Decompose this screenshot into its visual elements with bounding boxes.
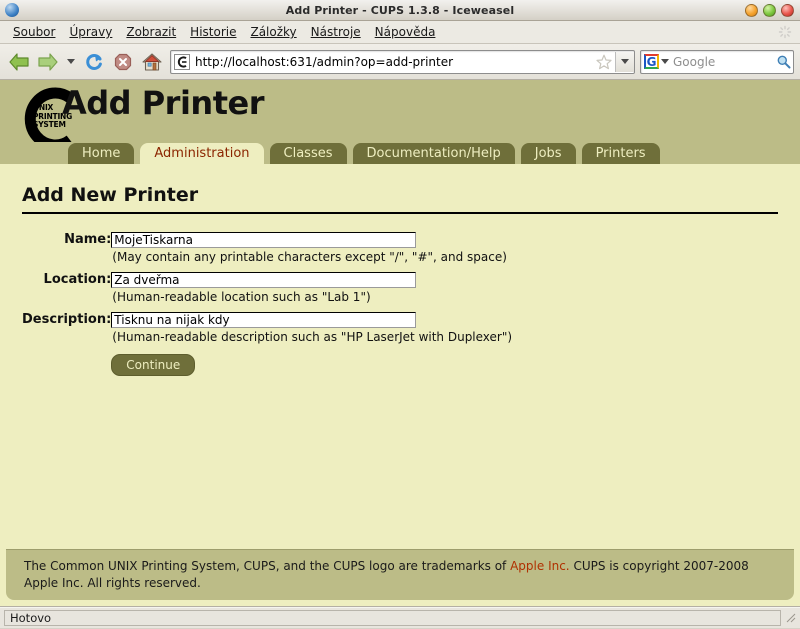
maximize-button[interactable]	[763, 3, 776, 17]
navigation-toolbar: http://localhost:631/admin?op=add-printe…	[0, 44, 800, 80]
tab-administration[interactable]: Administration	[140, 143, 264, 164]
search-engine-dropdown-icon[interactable]	[661, 59, 669, 64]
back-icon[interactable]	[6, 49, 32, 75]
menu-zalozky[interactable]: Záložky	[243, 23, 303, 41]
menu-nastroje[interactable]: Nástroje	[304, 23, 368, 41]
close-button[interactable]	[781, 3, 794, 17]
location-label: Location:	[43, 272, 112, 287]
home-icon[interactable]	[139, 49, 165, 75]
add-printer-form: Name: (May contain any printable charact…	[22, 232, 512, 376]
description-hint: (Human-readable description such as "HP …	[112, 330, 513, 344]
menu-zalozky-label: Záložky	[250, 25, 297, 39]
tab-jobs[interactable]: Jobs	[520, 143, 576, 164]
page-footer: The Common UNIX Printing System, CUPS, a…	[6, 549, 794, 600]
menu-napoveda[interactable]: Nápověda	[368, 23, 443, 41]
search-magnifier-icon[interactable]	[773, 54, 793, 69]
status-text: Hotovo	[4, 610, 781, 626]
cups-favicon-icon	[173, 53, 191, 71]
menu-nastroje-label: Nástroje	[310, 25, 361, 39]
browser-window: Add Printer - CUPS 1.3.8 - Iceweasel Sou…	[0, 0, 800, 628]
page-viewport: UNIX PRINTING SYSTEM Add Printer Home Ad…	[0, 80, 800, 607]
footer-text-before: The Common UNIX Printing System, CUPS, a…	[24, 559, 511, 573]
forward-icon[interactable]	[35, 49, 61, 75]
reload-icon[interactable]	[81, 49, 107, 75]
form-row-location: Location: (Human-readable location such …	[22, 272, 512, 312]
minimize-button[interactable]	[745, 3, 758, 17]
page-content: Add New Printer Name: (May contain any p…	[0, 164, 800, 549]
menu-upravy[interactable]: Úpravy	[62, 23, 119, 41]
window-controls	[745, 3, 794, 17]
page-title: Add Printer	[62, 84, 264, 122]
apple-inc-link[interactable]: Apple Inc.	[510, 559, 570, 573]
url-dropdown-icon[interactable]	[615, 51, 634, 72]
menu-zobrazit[interactable]: Zobrazit	[119, 23, 183, 41]
menu-napoveda-label: Nápověda	[374, 25, 436, 39]
menu-upravy-label: Úpravy	[69, 25, 113, 39]
description-input[interactable]	[111, 312, 417, 328]
cups-header: UNIX PRINTING SYSTEM Add Printer	[0, 80, 800, 151]
logo-line-3: SYSTEM	[33, 120, 66, 129]
name-field-cell: (May contain any printable characters ex…	[111, 232, 512, 272]
location-hint: (Human-readable location such as "Lab 1"…	[112, 290, 371, 304]
description-field-cell: (Human-readable description such as "HP …	[111, 312, 512, 376]
url-text: http://localhost:631/admin?op=add-printe…	[195, 54, 454, 69]
continue-button[interactable]: Continue	[111, 354, 196, 376]
menu-historie-label: Historie	[190, 25, 237, 39]
history-dropdown-icon[interactable]	[64, 49, 78, 75]
description-label: Description:	[22, 312, 112, 327]
tab-classes[interactable]: Classes	[269, 143, 347, 164]
tab-documentation-help[interactable]: Documentation/Help	[352, 143, 515, 164]
search-bar[interactable]: G Google	[640, 49, 794, 74]
stop-icon[interactable]	[110, 49, 136, 75]
section-heading: Add New Printer	[22, 184, 778, 214]
cups-tab-bar: Home Administration Classes Documentatio…	[0, 142, 800, 164]
window-title: Add Printer - CUPS 1.3.8 - Iceweasel	[285, 3, 515, 17]
search-input[interactable]: Google	[673, 55, 773, 69]
title-bar: Add Printer - CUPS 1.3.8 - Iceweasel	[0, 0, 800, 21]
location-input[interactable]	[111, 272, 417, 288]
location-field-cell: (Human-readable location such as "Lab 1"…	[111, 272, 512, 312]
form-row-name: Name: (May contain any printable charact…	[22, 232, 512, 272]
name-label: Name:	[64, 232, 112, 247]
name-hint: (May contain any printable characters ex…	[112, 250, 507, 264]
tab-printers[interactable]: Printers	[581, 143, 660, 164]
bookmark-star-icon[interactable]	[595, 53, 613, 71]
menu-soubor-label: Soubor	[13, 25, 56, 39]
menu-bar: Soubor Úpravy Zobrazit Historie Záložky …	[0, 21, 800, 44]
address-bar[interactable]: http://localhost:631/admin?op=add-printe…	[170, 49, 635, 74]
form-row-description: Description: (Human-readable description…	[22, 312, 512, 376]
menu-historie[interactable]: Historie	[183, 23, 243, 41]
name-input[interactable]	[111, 232, 417, 248]
google-logo-icon[interactable]: G	[644, 54, 659, 69]
throbber-icon	[778, 25, 792, 39]
tab-home[interactable]: Home	[68, 143, 135, 164]
status-bar: Hotovo	[0, 607, 800, 628]
menu-soubor[interactable]: Soubor	[6, 23, 62, 41]
menu-zobrazit-label: Zobrazit	[126, 25, 177, 39]
resize-grip-icon[interactable]	[783, 610, 797, 626]
